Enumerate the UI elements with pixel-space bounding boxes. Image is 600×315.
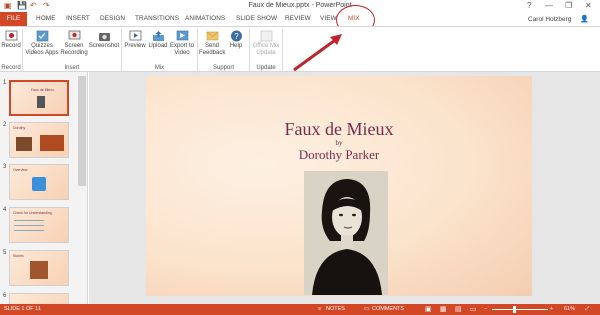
reading-view-icon[interactable]: ▤ — [455, 304, 462, 315]
thumbnail-number: 4 — [3, 207, 7, 213]
title-bar: ▣ 💾 ↶ ↷ Faux de Mieux.pptx - PowerPoint … — [0, 0, 600, 12]
zoom-in-icon[interactable]: + — [550, 304, 553, 315]
slide-thumbnail-5[interactable]: Stories — [9, 250, 69, 286]
slide-thumbnail-pane: 1 Faux de Mieux 2 Dorothy 3 Overview 4 C… — [0, 72, 88, 304]
svg-text:?: ? — [234, 32, 239, 41]
thumbnail-image — [40, 135, 64, 151]
thumbnail-scrollbar[interactable] — [78, 76, 86, 186]
envelope-icon — [206, 31, 218, 41]
slide-show-icon[interactable]: ▭ — [470, 304, 477, 315]
notes-icon[interactable]: ≡ — [318, 304, 321, 315]
slide-subtitle-by[interactable]: by — [146, 139, 532, 147]
thumbnail-number: 6 — [3, 293, 7, 299]
group-label-mix: Mix — [154, 65, 165, 71]
avatar[interactable]: 👤 — [580, 15, 589, 23]
slide-thumbnail-6[interactable] — [9, 293, 69, 304]
help-button[interactable]: ? Help — [226, 30, 246, 50]
send-feedback-button[interactable]: Send Feedback — [199, 30, 225, 57]
slide-counter: SLIDE 1 OF 11 — [4, 306, 41, 312]
zoom-level[interactable]: 61% — [564, 304, 575, 315]
group-label-update: Update — [256, 65, 276, 71]
screen-recording-icon — [68, 30, 80, 40]
tab-view[interactable]: VIEW — [320, 15, 337, 22]
tab-transitions[interactable]: TRANSITIONS — [135, 15, 179, 22]
notes-button[interactable]: NOTES — [326, 304, 345, 315]
quizzes-videos-apps-button[interactable]: Quizzes Videos Apps — [24, 30, 60, 57]
export-video-icon — [176, 30, 188, 41]
window-title: Faux de Mieux.pptx - PowerPoint — [248, 2, 352, 9]
annotation-arrow-icon — [293, 34, 342, 72]
record-icon — [5, 30, 17, 41]
upload-icon — [152, 31, 164, 41]
thumbnail-number: 2 — [3, 122, 7, 128]
office-mix-update-button[interactable]: Office Mix Update — [251, 30, 281, 57]
group-label-support: Support — [212, 65, 234, 71]
author-portrait-photo[interactable] — [304, 171, 388, 295]
screenshot-button[interactable]: Screenshot — [88, 30, 120, 50]
status-bar: SLIDE 1 OF 11 ≡ NOTES ▭ COMMENTS ▣ ▦ ▤ ▭… — [0, 304, 600, 315]
help-icon[interactable]: ? — [527, 1, 531, 11]
thumbnail-number: 1 — [3, 80, 7, 86]
minimize-button[interactable]: — — [545, 1, 553, 11]
slide-thumbnail-3[interactable]: Overview — [9, 164, 69, 200]
slide-thumbnail-1[interactable]: Faux de Mieux — [9, 80, 69, 116]
upload-button[interactable]: Upload — [147, 30, 169, 50]
tab-animations[interactable]: ANIMATIONS — [185, 15, 225, 22]
current-slide[interactable]: Faux de Mieux by Dorothy Parker — [146, 76, 532, 296]
update-icon — [260, 30, 272, 42]
thumbnail-number: 5 — [3, 250, 7, 256]
export-to-video-button[interactable]: Export to Video — [169, 30, 195, 57]
zoom-slider-thumb[interactable] — [513, 306, 516, 313]
normal-view-icon[interactable]: ▣ — [425, 304, 432, 315]
close-button[interactable]: ✕ — [585, 1, 592, 11]
fit-to-window-icon[interactable]: ⤢ — [585, 304, 589, 315]
preview-icon — [129, 30, 141, 41]
comments-button[interactable]: COMMENTS — [372, 304, 404, 315]
tab-review[interactable]: REVIEW — [285, 15, 311, 22]
screen-recording-button[interactable]: Screen Recording — [60, 30, 88, 57]
comments-icon[interactable]: ▭ — [364, 304, 369, 315]
tab-home[interactable]: HOME — [36, 15, 56, 22]
thumbnail-image — [32, 177, 46, 191]
tab-slide-show[interactable]: SLIDE SHOW — [236, 15, 277, 22]
record-button[interactable]: Record — [1, 30, 21, 50]
slide-author[interactable]: Dorothy Parker — [146, 147, 532, 163]
group-label-insert: Insert — [64, 65, 80, 71]
user-account-name[interactable]: Carol Holzberg — [528, 16, 571, 23]
zoom-out-icon[interactable]: − — [484, 304, 487, 315]
slide-title[interactable]: Faux de Mieux — [146, 119, 532, 140]
slide-sorter-icon[interactable]: ▦ — [440, 304, 447, 315]
camera-icon — [98, 33, 110, 41]
slide-thumbnail-4[interactable]: Check for Understanding — [9, 207, 69, 243]
group-label-record: Record — [1, 65, 21, 71]
preview-button[interactable]: Preview — [123, 30, 147, 50]
tab-design[interactable]: DESIGN — [100, 15, 125, 22]
thumbnail-number: 3 — [3, 164, 7, 170]
restore-button[interactable]: ❐ — [565, 1, 572, 11]
quizzes-icon — [36, 30, 48, 42]
thumbnail-image — [16, 137, 32, 151]
thumbnail-photo — [37, 96, 45, 108]
tab-insert[interactable]: INSERT — [66, 15, 90, 22]
slide-thumbnail-2[interactable]: Dorothy — [9, 122, 69, 158]
thumbnail-image — [30, 261, 48, 279]
tab-file[interactable]: FILE — [0, 12, 27, 26]
help-circle-icon: ? — [230, 30, 242, 42]
zoom-slider[interactable] — [492, 309, 548, 310]
